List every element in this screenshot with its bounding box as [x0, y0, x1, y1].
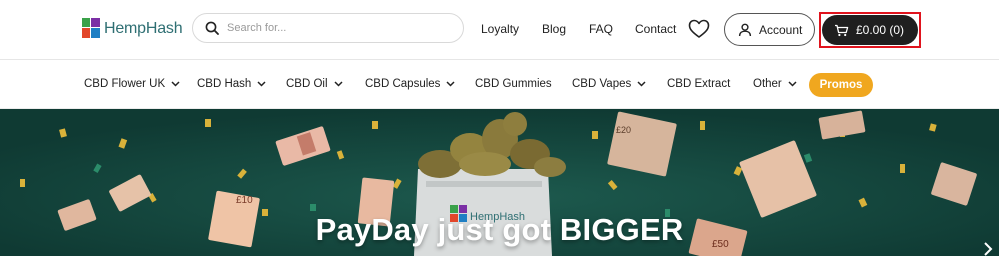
- contact-link[interactable]: Contact: [635, 22, 676, 36]
- logo-leaf-icon: [82, 18, 100, 38]
- site-logo[interactable]: HempHash: [80, 15, 183, 43]
- nav-item-label: CBD Hash: [197, 78, 252, 90]
- banknote-label: £10: [236, 195, 253, 206]
- nav-item-other[interactable]: Other: [753, 78, 797, 90]
- search-input[interactable]: [227, 22, 427, 34]
- loyalty-link[interactable]: Loyalty: [481, 22, 519, 36]
- cart-button[interactable]: £0.00 (0): [822, 15, 918, 45]
- site-header: HempHash Loyalty Blog FAQ Contact Accoun…: [0, 0, 999, 60]
- nav-item-label: CBD Oil: [286, 78, 328, 90]
- wishlist-button[interactable]: [688, 19, 710, 44]
- blog-link[interactable]: Blog: [542, 22, 566, 36]
- nav-item-cbd-gummies[interactable]: CBD Gummies: [475, 78, 552, 90]
- heart-icon: [688, 19, 710, 38]
- logo-text: HempHash: [104, 20, 183, 37]
- hero-title: PayDay just got BIGGER: [315, 212, 684, 247]
- cart-label: £0.00 (0): [856, 23, 905, 37]
- faq-link[interactable]: FAQ: [589, 22, 613, 36]
- nav-item-cbd-capsules[interactable]: CBD Capsules: [365, 78, 455, 90]
- category-nav: CBD Flower UK CBD Hash CBD Oil CBD Capsu…: [0, 60, 999, 109]
- account-button[interactable]: Account: [724, 13, 815, 46]
- nav-item-label: CBD Capsules: [365, 78, 441, 90]
- nav-item-label: CBD Extract: [667, 78, 731, 90]
- nav-item-label: CBD Gummies: [475, 78, 552, 90]
- hero-banner[interactable]: £10 £20 £50 HempHash PayDay just got BIG…: [0, 109, 999, 256]
- banknote-label: £20: [616, 125, 631, 135]
- nav-item-cbd-oil[interactable]: CBD Oil: [286, 78, 343, 90]
- account-label: Account: [759, 22, 803, 37]
- chevron-down-icon: [257, 81, 266, 87]
- nav-item-cbd-vapes[interactable]: CBD Vapes: [572, 78, 646, 90]
- nav-item-label: CBD Flower UK: [84, 78, 166, 90]
- cart-icon: [835, 24, 849, 36]
- chevron-down-icon: [334, 81, 343, 87]
- nav-item-cbd-extract[interactable]: CBD Extract: [667, 78, 730, 90]
- search-icon: [205, 21, 219, 35]
- nav-item-cbd-flower[interactable]: CBD Flower UK: [84, 78, 180, 90]
- user-icon: [738, 23, 752, 36]
- chevron-down-icon: [171, 81, 180, 87]
- nav-item-cbd-hash[interactable]: CBD Hash: [197, 78, 266, 90]
- nav-item-label: Other: [753, 78, 782, 90]
- nav-item-label: CBD Vapes: [572, 78, 632, 90]
- chevron-down-icon: [788, 81, 797, 87]
- promos-button[interactable]: Promos: [809, 73, 873, 97]
- chevron-down-icon: [637, 81, 646, 87]
- chevron-down-icon: [446, 81, 455, 87]
- chevron-right-icon[interactable]: [982, 242, 994, 256]
- search-bar[interactable]: [192, 13, 464, 43]
